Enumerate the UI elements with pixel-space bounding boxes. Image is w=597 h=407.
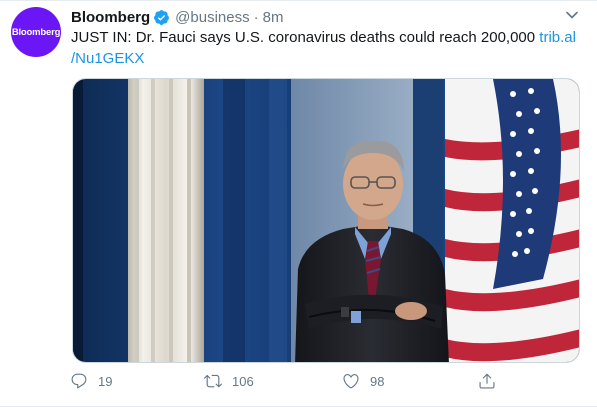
tweet-header: Bloomberg @business · 8m [71,7,283,27]
like-count: 98 [370,373,385,389]
tweet-actions: 19 106 98 [70,372,500,394]
tweet-text: JUST IN: Dr. Fauci says U.S. coronavirus… [71,27,581,69]
share-button[interactable] [478,372,496,390]
chevron-down-icon[interactable] [565,8,579,22]
top-divider [0,0,597,1]
tweet-link-part1[interactable]: trib.al [539,29,576,46]
tweet-link-part2[interactable]: /Nu1GEKX [71,50,144,67]
like-button[interactable]: 98 [342,372,384,390]
reply-count: 19 [98,373,113,389]
verified-badge-icon [153,9,170,26]
like-icon [343,374,359,389]
tweet-timestamp[interactable]: 8m [263,9,284,26]
separator-dot: · [253,8,259,26]
photo-illustration [73,79,579,362]
reply-button[interactable]: 19 [70,372,112,390]
retweet-count: 106 [232,373,254,389]
tweet-body: JUST IN: Dr. Fauci says U.S. coronavirus… [71,29,536,46]
avatar-text: Bloomberg [11,26,61,38]
avatar[interactable]: Bloomberg [11,7,61,57]
account-handle[interactable]: @business [175,9,249,26]
retweet-button[interactable]: 106 [204,372,254,390]
tweet-media-photo[interactable] [72,78,580,363]
retweet-icon [204,374,222,388]
share-icon [479,373,495,389]
account-name[interactable]: Bloomberg [71,9,150,26]
reply-icon [71,373,87,389]
